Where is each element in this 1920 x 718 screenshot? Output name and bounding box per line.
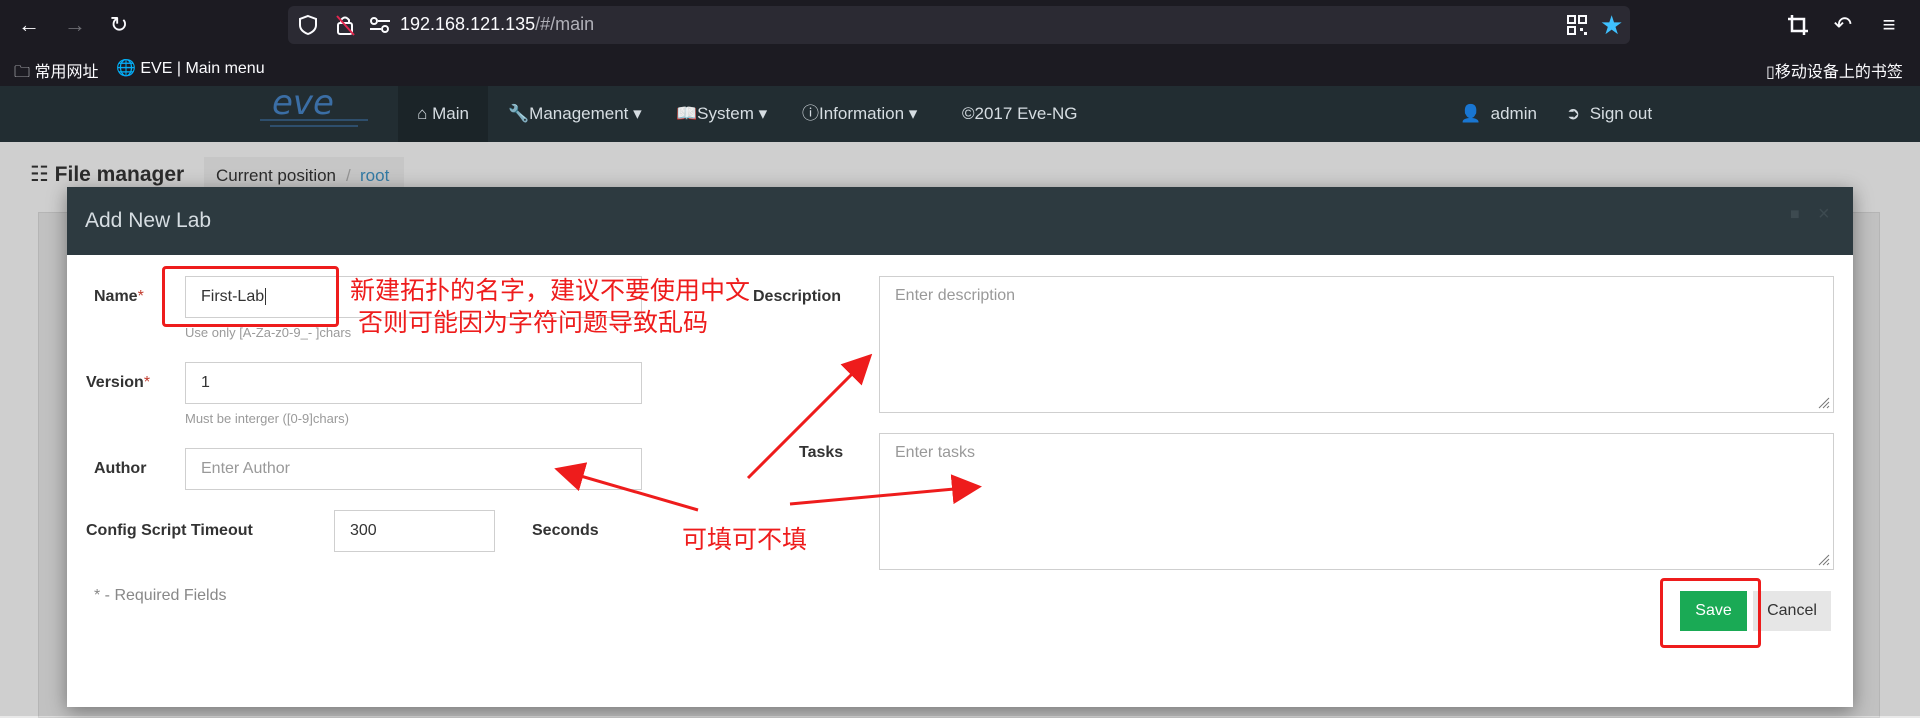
arrow-to-author — [554, 462, 699, 512]
arrow-to-tasks — [789, 474, 982, 506]
arrow-to-description — [746, 353, 873, 480]
annotation-arrows — [554, 353, 982, 512]
